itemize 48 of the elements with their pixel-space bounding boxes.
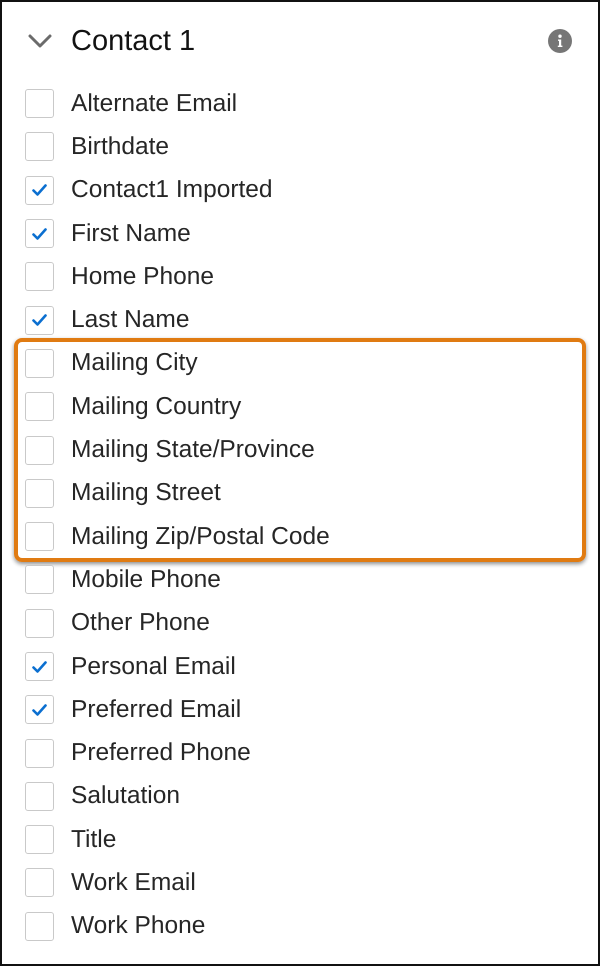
- field-label: Mailing State/Province: [71, 436, 315, 464]
- field-label: Mailing Street: [71, 479, 221, 508]
- field-label: Personal Email: [71, 652, 236, 680]
- field-label: Contact1 Imported: [71, 176, 273, 204]
- field-label: Work Phone: [71, 912, 206, 940]
- checkbox[interactable]: [25, 219, 54, 248]
- field-label: Preferred Phone: [71, 739, 251, 768]
- field-label: Mobile Phone: [71, 566, 221, 594]
- checkbox[interactable]: [25, 522, 54, 552]
- checkbox[interactable]: [25, 695, 54, 724]
- checkbox[interactable]: [25, 132, 54, 162]
- checkmark-icon: [32, 314, 47, 326]
- checkbox[interactable]: [25, 89, 54, 118]
- checkbox[interactable]: [25, 738, 54, 768]
- checkmark-icon: [32, 660, 47, 672]
- field-label: Alternate Email: [71, 90, 238, 118]
- field-label: First Name: [71, 220, 191, 248]
- checkbox[interactable]: [25, 436, 54, 465]
- section-title: Contact 1: [71, 24, 196, 58]
- field-label: Work Email: [71, 868, 196, 897]
- checkbox[interactable]: [25, 825, 54, 854]
- checkbox[interactable]: [25, 782, 54, 811]
- checkbox[interactable]: [25, 306, 54, 335]
- field-label: Preferred Email: [71, 696, 242, 724]
- field-label: Mailing City: [71, 349, 198, 378]
- chevron-icon: [28, 34, 52, 48]
- field-label: Salutation: [71, 782, 180, 810]
- field-label: Title: [71, 826, 116, 854]
- checkmark-icon: [32, 228, 47, 240]
- checkbox[interactable]: [25, 176, 54, 205]
- checkbox[interactable]: [25, 608, 54, 638]
- checkbox[interactable]: [25, 652, 54, 681]
- field-label: Other Phone: [71, 609, 210, 638]
- checkbox[interactable]: [25, 392, 54, 422]
- checkbox[interactable]: [25, 262, 54, 292]
- checkbox[interactable]: [25, 912, 54, 941]
- checkbox[interactable]: [25, 868, 54, 898]
- field-label: Home Phone: [71, 262, 214, 291]
- field-label: Last Name: [71, 306, 190, 334]
- checkmark-icon: [32, 704, 47, 716]
- field-label: Mailing Country: [71, 392, 242, 421]
- field-label: Birthdate: [71, 132, 170, 161]
- info-icon[interactable]: [548, 29, 572, 53]
- checkmark-icon: [32, 184, 47, 196]
- checkbox[interactable]: [25, 565, 54, 594]
- checkbox[interactable]: [25, 478, 54, 508]
- field-label: Mailing Zip/Postal Code: [71, 522, 330, 551]
- checkbox[interactable]: [25, 348, 54, 378]
